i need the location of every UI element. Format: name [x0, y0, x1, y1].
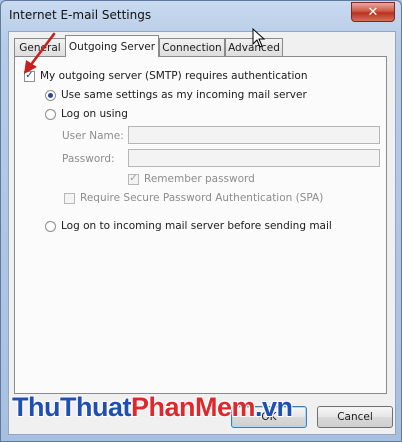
remember-password-checkbox[interactable]: ✓: [128, 173, 139, 185]
watermark-part-3: .vn: [255, 392, 293, 422]
log-on-incoming-radio[interactable]: [45, 220, 56, 232]
log-on-using-radio-row[interactable]: Log on using: [45, 108, 128, 120]
tab-outgoing-server-label: Outgoing Server: [68, 40, 156, 53]
log-on-using-radio[interactable]: [45, 108, 56, 120]
dialog-client-area: General Outgoing Server Connection Advan…: [8, 31, 396, 435]
watermark-part-1: ThuThuat: [12, 392, 131, 422]
smtp-auth-checkbox-row[interactable]: ✓ My outgoing server (SMTP) requires aut…: [24, 70, 308, 82]
watermark-logo: ThuThuatPhanMem.vn: [12, 392, 293, 423]
use-same-settings-label: Use same settings as my incoming mail se…: [61, 89, 307, 101]
user-name-field[interactable]: [128, 126, 380, 144]
spa-checkbox-row[interactable]: Require Secure Password Authentication (…: [64, 192, 323, 204]
spa-label: Require Secure Password Authentication (…: [80, 192, 324, 204]
outgoing-server-panel: ✓ My outgoing server (SMTP) requires aut…: [14, 56, 387, 394]
smtp-auth-label: My outgoing server (SMTP) requires authe…: [40, 70, 308, 82]
log-on-incoming-label: Log on to incoming mail server before se…: [61, 220, 332, 232]
red-arrow-icon: [24, 32, 56, 74]
tab-outgoing-server[interactable]: Outgoing Server: [65, 35, 159, 57]
user-name-label: User Name:: [62, 130, 124, 142]
remember-password-label: Remember password: [144, 173, 255, 185]
cursor-icon: [252, 28, 266, 48]
log-on-incoming-radio-row[interactable]: Log on to incoming mail server before se…: [45, 220, 332, 232]
window-title: Internet E-mail Settings: [9, 8, 152, 22]
close-button[interactable]: ✕: [351, 2, 395, 22]
password-field[interactable]: [128, 149, 380, 167]
tab-connection-label: Connection: [162, 42, 222, 54]
remember-password-row[interactable]: ✓ Remember password: [128, 173, 255, 185]
radio-selected-dot: [48, 92, 53, 98]
close-icon: ✕: [367, 4, 379, 20]
title-bar: Internet E-mail Settings ✕: [1, 1, 401, 29]
cancel-button-label: Cancel: [337, 411, 373, 423]
tab-connection[interactable]: Connection: [159, 38, 225, 57]
spa-checkbox[interactable]: [64, 192, 75, 204]
use-same-settings-radio-row[interactable]: Use same settings as my incoming mail se…: [45, 89, 307, 101]
email-settings-window: Internet E-mail Settings ✕ General Outgo…: [0, 0, 402, 442]
watermark-part-2: PhanMem: [130, 392, 256, 422]
log-on-using-label: Log on using: [61, 108, 128, 120]
use-same-settings-radio[interactable]: [45, 89, 56, 101]
cancel-button[interactable]: Cancel: [317, 406, 393, 428]
password-label: Password:: [62, 153, 115, 165]
